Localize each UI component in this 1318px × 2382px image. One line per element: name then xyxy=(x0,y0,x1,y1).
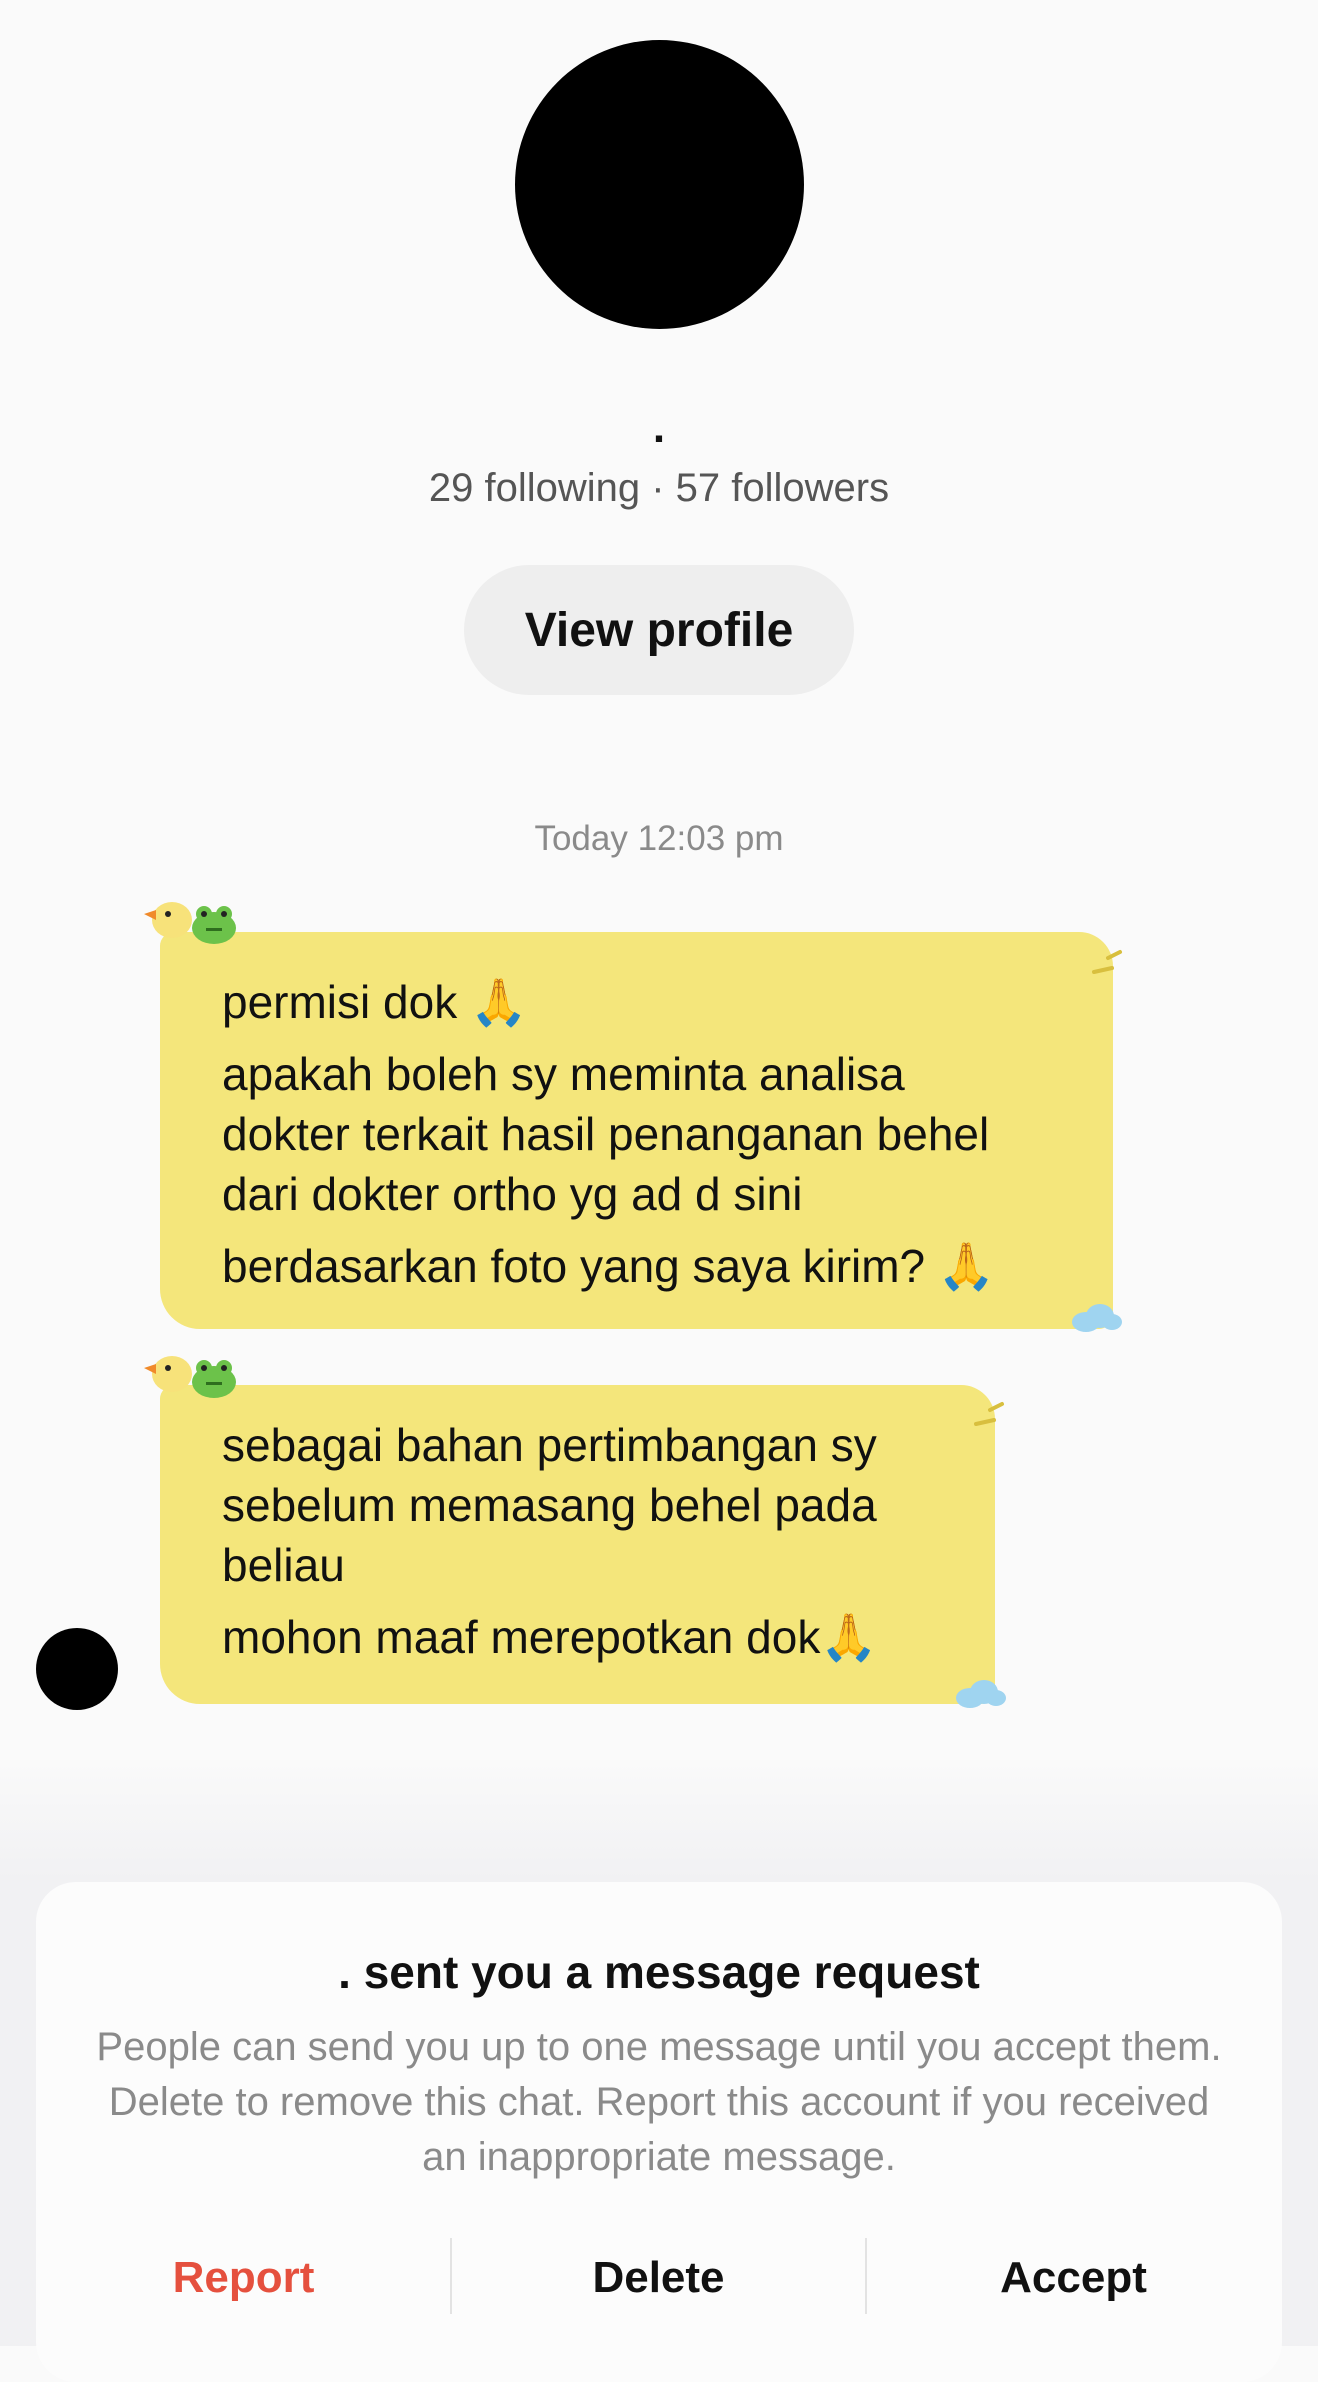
message-request-card: . sent you a message request People can … xyxy=(36,1882,1282,2382)
decor-sparkle-icon xyxy=(974,1402,1004,1426)
sender-avatar[interactable] xyxy=(36,1628,118,1710)
message-line: permisi dok 🙏 xyxy=(222,976,528,1028)
message-bubble[interactable]: sebagai bahan pertimbangan sy sebelum me… xyxy=(160,1385,995,1704)
panel-fade xyxy=(0,1760,1318,1880)
message-line: dokter terkait hasil penanganan behel xyxy=(222,1108,990,1160)
message-bubble[interactable]: permisi dok 🙏 apakah boleh sy meminta an… xyxy=(160,932,1113,1329)
report-button[interactable]: Report xyxy=(36,2238,451,2318)
request-title: . sent you a message request xyxy=(338,1946,980,1998)
accept-button[interactable]: Accept xyxy=(866,2238,1281,2318)
cloud-sticker-icon xyxy=(1072,1304,1122,1332)
message-line: apakah boleh sy meminta analisa xyxy=(222,1048,905,1100)
view-profile-button[interactable]: View profile xyxy=(464,565,854,695)
message-timestamp: Today 12:03 pm xyxy=(534,819,784,858)
message-line: berdasarkan foto yang saya kirim? 🙏 xyxy=(222,1240,996,1292)
delete-button[interactable]: Delete xyxy=(451,2238,866,2318)
profile-avatar[interactable] xyxy=(515,40,804,329)
cloud-sticker-icon xyxy=(956,1680,1006,1708)
request-description: People can send you up to one message un… xyxy=(96,2025,1222,2179)
profile-stats: 29 following · 57 followers xyxy=(428,466,890,510)
message-line: mohon maaf merepotkan dok🙏 xyxy=(222,1611,878,1663)
message-line: sebagai bahan pertimbangan sy xyxy=(222,1419,877,1471)
message-line: beliau xyxy=(222,1539,345,1591)
message-line: sebelum memasang behel pada xyxy=(222,1479,877,1531)
frog-sticker-icon xyxy=(192,1360,236,1398)
profile-username: . xyxy=(652,403,666,452)
message-line: dari dokter ortho yg ad d sini xyxy=(222,1168,803,1220)
decor-sparkle-icon xyxy=(1092,950,1122,974)
frog-sticker-icon xyxy=(192,906,236,944)
